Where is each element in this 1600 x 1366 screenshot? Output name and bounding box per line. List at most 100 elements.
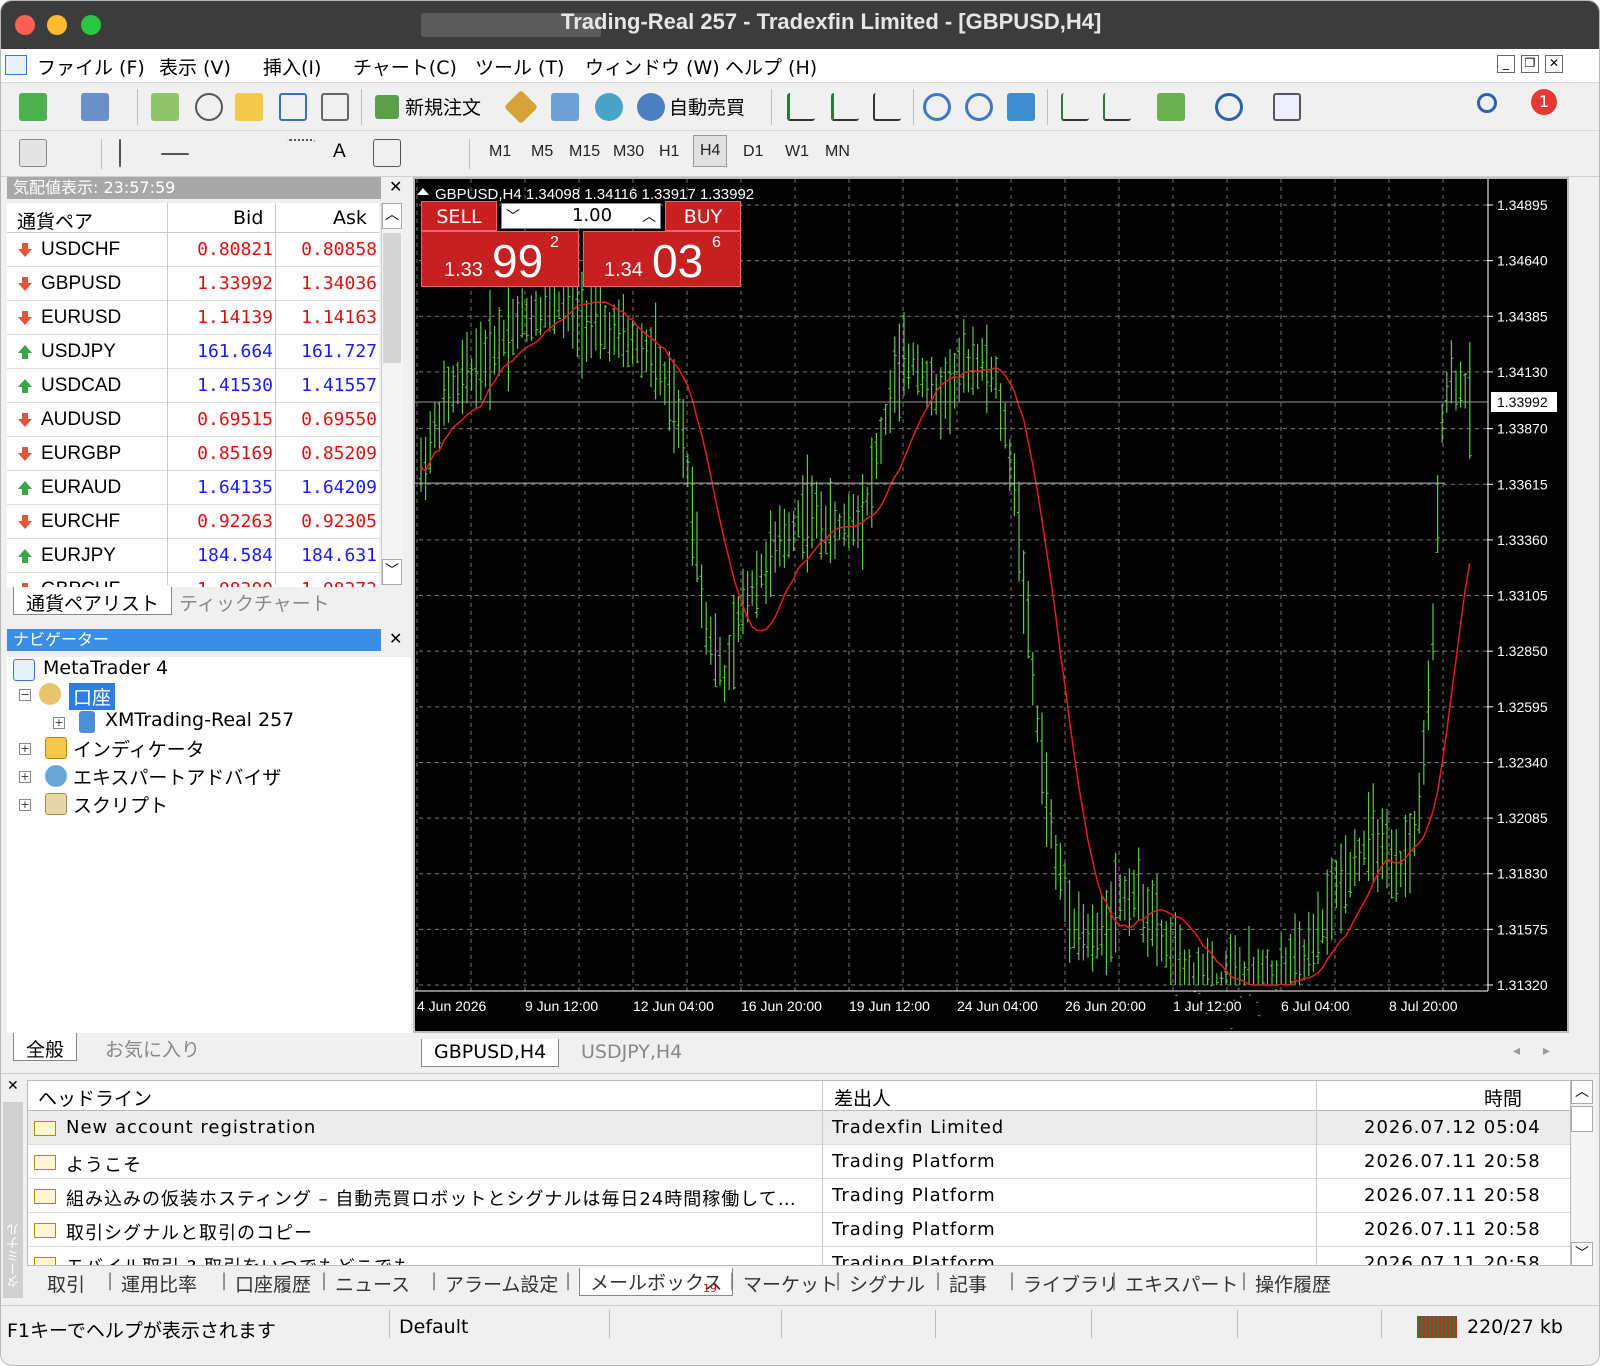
market-watch-row[interactable]: EURJPY 184.584 184.631 — [7, 539, 379, 573]
terminal-tab[interactable]: 操作履歴 — [1255, 1270, 1331, 1297]
templates-icon[interactable] — [1273, 93, 1301, 121]
new-order-icon[interactable] — [375, 95, 399, 119]
lot-value[interactable]: 1.00 — [572, 205, 612, 226]
timeframe-m1[interactable]: M1 — [489, 143, 511, 161]
horizontal-line-icon[interactable] — [161, 153, 189, 155]
auto-scroll-icon[interactable] — [1061, 93, 1089, 121]
col-from[interactable]: 差出人 — [834, 1084, 891, 1111]
terminal-tab[interactable]: ライブラリ — [1023, 1270, 1118, 1297]
tabs-scroll-right-icon[interactable]: ▸ — [1543, 1043, 1550, 1059]
lot-increase-icon[interactable]: ︿ — [642, 206, 656, 226]
expand-scripts-icon[interactable]: + — [19, 799, 31, 811]
text-tool-icon[interactable]: A — [333, 141, 346, 163]
market-watch-row[interactable]: EURCHF 0.92263 0.92305 — [7, 505, 379, 539]
expand-indicators-icon[interactable]: + — [19, 743, 31, 755]
tab-gbpusd-h4[interactable]: GBPUSD,H4 — [421, 1039, 560, 1067]
expand-account-icon[interactable]: + — [53, 717, 65, 729]
menu-file[interactable]: ファイル (F) — [37, 53, 145, 80]
tab-general[interactable]: 全般 — [13, 1033, 78, 1061]
menu-window[interactable]: ウィンドウ (W) — [585, 53, 720, 80]
sell-button-label[interactable]: SELL — [421, 201, 497, 231]
fibonacci-icon[interactable] — [287, 139, 315, 167]
indicators-icon[interactable] — [1157, 93, 1185, 121]
terminal-scroll-down-icon[interactable]: ﹀ — [1571, 1242, 1593, 1266]
expand-experts-icon[interactable]: + — [19, 771, 31, 783]
buy-button-label[interactable]: BUY — [665, 201, 741, 231]
market-watch-row[interactable]: AUDUSD 0.69515 0.69550 — [7, 403, 379, 437]
candlestick-icon[interactable] — [831, 93, 859, 121]
terminal-scroll-thumb[interactable] — [1571, 1106, 1593, 1132]
timeframe-mn[interactable]: MN — [825, 143, 850, 161]
col-bid[interactable]: Bid — [233, 207, 263, 229]
navigator-icon[interactable] — [235, 93, 263, 121]
profiles-icon[interactable] — [81, 93, 109, 121]
col-symbol[interactable]: 通貨ペア — [17, 207, 93, 234]
market-watch-close-icon[interactable]: ✕ — [389, 177, 402, 196]
market-watch-scrollbar[interactable]: ︿ ﹀ — [381, 203, 403, 585]
timeframe-h4[interactable]: H4 — [693, 135, 728, 167]
col-time[interactable]: 時間 — [1484, 1084, 1522, 1111]
nav-accounts[interactable]: 口座 — [69, 683, 116, 710]
nav-experts[interactable]: エキスパートアドバイザ — [73, 763, 281, 790]
tab-symbols[interactable]: 通貨ペアリスト — [13, 587, 173, 615]
market-watch-row[interactable]: USDJPY 161.664 161.727 — [7, 335, 379, 369]
terminal-tab[interactable]: 運用比率 — [121, 1270, 197, 1297]
equidistant-channel-icon[interactable] — [245, 139, 273, 167]
zoom-in-icon[interactable] — [923, 93, 951, 121]
scroll-thumb[interactable] — [383, 233, 401, 363]
menu-chart[interactable]: チャート(C) — [353, 53, 457, 80]
lot-size-input[interactable]: ﹀ 1.00 ︿ — [501, 203, 661, 229]
chart-canvas[interactable]: 1.348951.346401.343851.341301.338701.336… — [415, 179, 1567, 1031]
zoom-out-icon[interactable] — [965, 93, 993, 121]
terminal-scroll-up-icon[interactable]: ︿ — [1571, 1080, 1593, 1104]
menu-view[interactable]: 表示 (V) — [159, 53, 231, 80]
connection-status-icon[interactable] — [1417, 1316, 1457, 1338]
timeframe-h1[interactable]: H1 — [659, 143, 679, 161]
zoom-window-button[interactable] — [81, 15, 101, 35]
terminal-tab[interactable]: 記事 — [949, 1270, 987, 1297]
cursor-icon[interactable] — [19, 139, 47, 167]
close-window-button[interactable] — [15, 15, 35, 35]
timeframe-d1[interactable]: D1 — [743, 143, 763, 161]
metaeditor-icon[interactable] — [551, 93, 579, 121]
tab-usdjpy-h4[interactable]: USDJPY,H4 — [569, 1039, 694, 1067]
menu-help[interactable]: ヘルプ (H) — [725, 53, 817, 80]
sell-button[interactable]: 1.33 99 2 — [421, 231, 579, 287]
terminal-tab[interactable]: エキスパート — [1125, 1270, 1238, 1297]
timeframe-m5[interactable]: M5 — [531, 143, 553, 161]
market-watch-row[interactable]: EURAUD 1.64135 1.64209 — [7, 471, 379, 505]
terminal-close-icon[interactable]: ✕ — [7, 1078, 19, 1094]
signals-icon[interactable] — [595, 93, 623, 121]
terminal-tab[interactable]: 取引 — [47, 1270, 85, 1297]
periods-icon[interactable] — [1215, 93, 1243, 121]
market-watch-icon[interactable] — [151, 93, 179, 121]
navigator-close-icon[interactable]: ✕ — [389, 629, 402, 648]
nav-account-name[interactable]: XMTrading-Real 257 — [105, 709, 294, 731]
line-chart-icon[interactable] — [873, 93, 901, 121]
nav-indicators[interactable]: インディケータ — [73, 735, 205, 762]
market-watch-row[interactable]: USDCAD 1.41530 1.41557 — [7, 369, 379, 403]
market-watch-row[interactable]: EURUSD 1.14139 1.14163 — [7, 301, 379, 335]
restore-child-button[interactable]: ❐ — [1521, 55, 1539, 73]
terminal-tab[interactable]: シグナル — [849, 1270, 925, 1297]
vertical-line-icon[interactable] — [119, 139, 121, 167]
strategy-tester-icon[interactable] — [321, 93, 349, 121]
tile-windows-icon[interactable] — [1007, 93, 1035, 121]
auto-trading-icon[interactable] — [637, 93, 665, 121]
price-chart[interactable]: 1.34895 1.34640 1.34385 1.34130 1.33870 1.336… — [413, 177, 1569, 1033]
market-watch-row[interactable]: EURGBP 0.85169 0.85209 — [7, 437, 379, 471]
menu-insert[interactable]: 挿入(I) — [263, 53, 321, 80]
timeframe-w1[interactable]: W1 — [785, 143, 809, 161]
mail-row[interactable]: モバイル取引 ? 取引をいつでもどこでも Trading Platform 2026… — [28, 1247, 1570, 1265]
scroll-up-icon[interactable]: ︿ — [382, 203, 402, 229]
notification-badge[interactable]: 1 — [1531, 89, 1557, 115]
terminal-scrollbar[interactable]: ︿ ﹀ — [1571, 1080, 1595, 1266]
mail-row[interactable]: New account registration Tradexfin Limite… — [28, 1111, 1570, 1145]
terminal-tab[interactable]: マーケット — [743, 1270, 838, 1297]
col-ask[interactable]: Ask — [333, 207, 367, 229]
crosshair-icon[interactable] — [63, 139, 91, 167]
tabs-scroll-left-icon[interactable]: ◂ — [1513, 1043, 1520, 1059]
market-watch-row[interactable]: USDCHF 0.80821 0.80858 — [7, 233, 379, 267]
mail-row[interactable]: ようこそ Trading Platform 2026.07.11 20:58 — [28, 1145, 1570, 1179]
text-label-icon[interactable] — [373, 139, 401, 167]
